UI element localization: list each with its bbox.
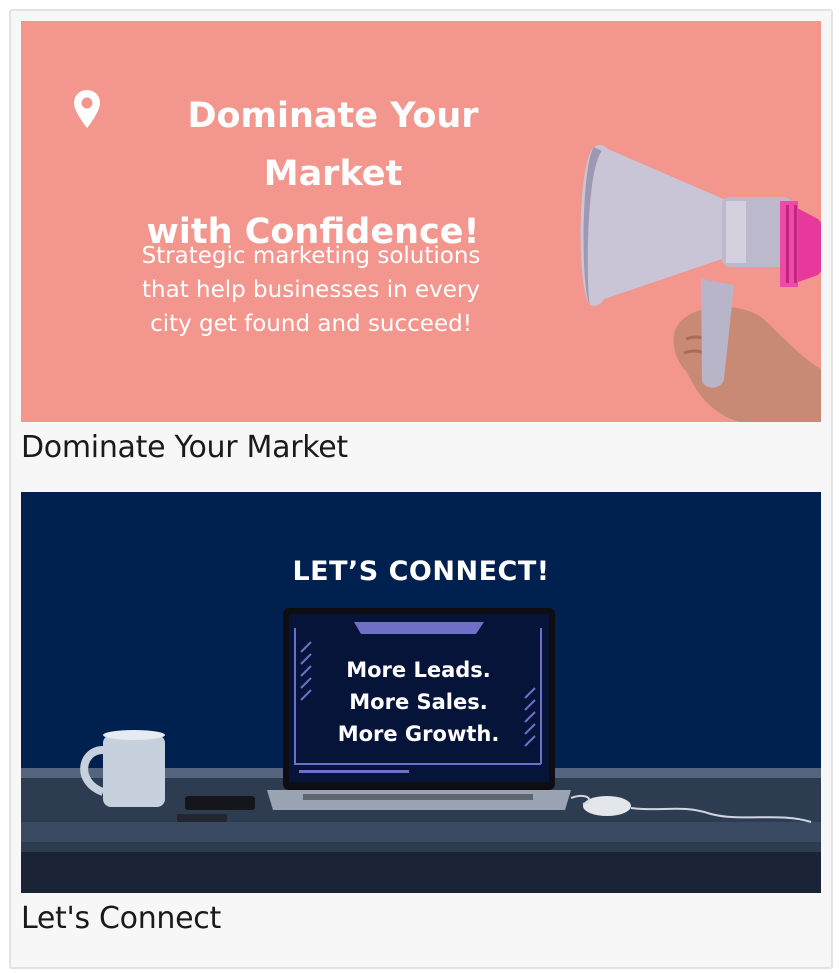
gallery-card-connect[interactable]: LET’S CONNECT! More Leads. More Sales. M… [21, 492, 821, 939]
card-caption[interactable]: Let's Connect [21, 899, 821, 939]
headline-line-1: Dominate Your Market [187, 96, 479, 194]
banner-headline: Dominate Your Market with Confidence! [73, 87, 553, 261]
megaphone-image [580, 144, 821, 422]
screen-line-2: More Sales. [349, 690, 488, 714]
subtext-line-3: city get found and succeed! [150, 311, 472, 337]
subtext-line-2: that help businesses in every [142, 277, 480, 303]
lets-connect-banner[interactable]: LET’S CONNECT! More Leads. More Sales. M… [21, 492, 821, 893]
dominate-market-banner[interactable]: Dominate Your Market with Confidence! St… [21, 21, 821, 422]
laptop-screen-text: More Leads. More Sales. More Growth. [331, 654, 506, 750]
gallery-card-dominate[interactable]: Dominate Your Market with Confidence! St… [21, 21, 821, 468]
banner-subtext: Strategic marketing solutions that help … [121, 239, 501, 341]
screen-line-1: More Leads. [346, 658, 491, 682]
subtext-line-1: Strategic marketing solutions [141, 243, 481, 269]
screen-line-3: More Growth. [337, 722, 500, 746]
banner-title: LET’S CONNECT! [292, 556, 550, 587]
card-caption[interactable]: Dominate Your Market [21, 428, 821, 468]
